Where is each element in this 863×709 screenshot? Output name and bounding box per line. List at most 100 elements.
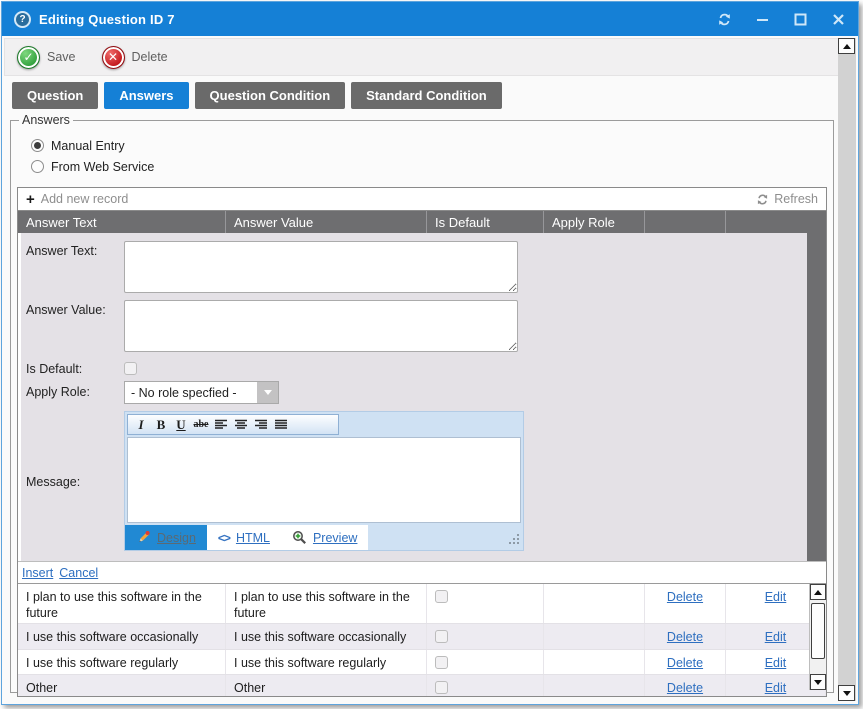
italic-button[interactable]: I — [132, 416, 150, 433]
cell-apply-role — [544, 584, 645, 623]
is-default-checkbox[interactable] — [124, 362, 137, 375]
cell-answer-text: I use this software regularly — [18, 650, 226, 674]
answer-text-input[interactable] — [124, 241, 518, 293]
save-label: Save — [47, 50, 76, 64]
entry-mode-radios: Manual Entry From Web Service — [15, 129, 829, 185]
column-header-empty-1 — [645, 211, 726, 233]
row-delete-link[interactable]: Delete — [667, 629, 703, 645]
save-icon: ✓ — [17, 46, 40, 69]
rows-scrollbar[interactable] — [809, 584, 826, 690]
refresh-grid-button[interactable]: Refresh — [756, 192, 818, 206]
row-delete-link[interactable]: Delete — [667, 680, 703, 696]
answer-value-input[interactable] — [124, 300, 518, 352]
grid-command-row: + Add new record Refresh — [18, 188, 826, 210]
inline-edit-form: Answer Text: Answer Value: Is Default: A… — [18, 233, 807, 561]
cancel-link[interactable]: Cancel — [59, 566, 98, 580]
edit-section-right-strip — [807, 233, 826, 561]
align-justify-button[interactable] — [272, 416, 290, 433]
row-edit-link[interactable]: Edit — [765, 680, 787, 696]
cell-apply-role — [544, 675, 645, 696]
plus-icon: + — [26, 192, 35, 207]
scroll-down-icon[interactable] — [810, 674, 826, 690]
answers-grid: + Add new record Refresh Answer Text Ans… — [17, 187, 827, 697]
strikethrough-button[interactable]: abe — [192, 416, 210, 433]
tab-strip: Question Answers Question Condition Stan… — [12, 82, 858, 109]
column-header-answer-value[interactable]: Answer Value — [226, 211, 427, 233]
row-is-default-checkbox[interactable] — [435, 656, 448, 669]
align-center-button[interactable] — [232, 416, 250, 433]
chevron-down-icon — [264, 390, 272, 395]
rows-scrollbar-thumb[interactable] — [811, 603, 825, 659]
tab-question[interactable]: Question — [12, 82, 98, 109]
minimize-icon[interactable] — [754, 11, 770, 27]
refresh-window-icon[interactable] — [716, 11, 732, 27]
help-icon[interactable]: ? — [14, 11, 31, 28]
align-right-button[interactable] — [252, 416, 270, 433]
add-new-record-button[interactable]: + Add new record — [26, 192, 128, 207]
html-mode-tab[interactable]: <> HTML — [207, 525, 281, 550]
apply-role-value: - No role specfied - — [125, 386, 257, 400]
table-row[interactable]: I use this software occasionally I use t… — [18, 624, 826, 650]
editor-toolbar: I B U abe — [127, 414, 339, 435]
row-edit-link[interactable]: Edit — [765, 629, 787, 645]
from-web-service-label: From Web Service — [51, 160, 154, 174]
maximize-icon[interactable] — [792, 11, 808, 27]
row-is-default-checkbox[interactable] — [435, 681, 448, 694]
row-edit-link[interactable]: Edit — [765, 589, 787, 605]
row-delete-link[interactable]: Delete — [667, 589, 703, 605]
message-rich-text-editor: I B U abe — [124, 411, 524, 551]
cell-answer-value: I use this software regularly — [226, 650, 427, 674]
tab-standard-condition[interactable]: Standard Condition — [351, 82, 502, 109]
align-left-button[interactable] — [212, 416, 230, 433]
table-row[interactable]: I use this software regularly I use this… — [18, 650, 826, 675]
close-icon[interactable] — [830, 11, 846, 27]
html-code-icon: <> — [218, 531, 230, 545]
bold-button[interactable]: B — [152, 416, 170, 433]
preview-mode-tab[interactable]: Preview — [281, 525, 368, 550]
table-row[interactable]: I plan to use this software in the futur… — [18, 584, 826, 624]
underline-button[interactable]: U — [172, 416, 190, 433]
tab-question-condition[interactable]: Question Condition — [195, 82, 346, 109]
edit-question-dialog: ? Editing Question ID 7 — [1, 1, 859, 705]
html-mode-label: HTML — [236, 531, 270, 545]
editor-mode-bar: Design <> HTML — [125, 525, 523, 550]
column-header-answer-text[interactable]: Answer Text — [18, 211, 226, 233]
cell-answer-text: I plan to use this software in the futur… — [18, 584, 226, 623]
from-web-service-radio-icon — [31, 160, 44, 173]
design-mode-tab[interactable]: Design — [125, 525, 207, 550]
column-header-is-default[interactable]: Is Default — [427, 211, 544, 233]
insert-link[interactable]: Insert — [22, 566, 53, 580]
editor-toolbar-strip: I B U abe — [125, 412, 523, 437]
dialog-scroll-up-icon[interactable] — [838, 38, 855, 54]
table-row[interactable]: Other Other Delete Edit — [18, 675, 826, 696]
row-is-default-checkbox[interactable] — [435, 590, 448, 603]
delete-icon: ✕ — [102, 46, 125, 69]
magnifier-plus-icon — [292, 530, 307, 545]
row-delete-link[interactable]: Delete — [667, 655, 703, 671]
preview-mode-label: Preview — [313, 531, 357, 545]
cell-answer-value: I plan to use this software in the futur… — [226, 584, 427, 623]
message-content-area[interactable] — [127, 437, 521, 523]
tab-answers[interactable]: Answers — [104, 82, 188, 109]
column-header-apply-role[interactable]: Apply Role — [544, 211, 645, 233]
align-left-icon — [214, 419, 228, 430]
editor-resize-grip[interactable] — [507, 532, 519, 544]
dropdown-arrow-button[interactable] — [257, 382, 278, 403]
inline-edit-section: Answer Text: Answer Value: Is Default: A… — [18, 233, 826, 562]
dialog-scroll-down-icon[interactable] — [838, 685, 855, 701]
answer-value-label: Answer Value: — [26, 300, 124, 352]
save-button[interactable]: ✓ Save — [17, 46, 76, 69]
row-edit-link[interactable]: Edit — [765, 655, 787, 671]
align-center-icon — [234, 419, 248, 430]
radio-from-web-service[interactable]: From Web Service — [31, 156, 829, 177]
manual-entry-label: Manual Entry — [51, 139, 125, 153]
action-toolbar: ✓ Save ✕ Delete — [4, 38, 856, 76]
radio-manual-entry[interactable]: Manual Entry — [31, 135, 829, 156]
row-is-default-checkbox[interactable] — [435, 630, 448, 643]
delete-label: Delete — [132, 50, 168, 64]
is-default-label: Is Default: — [26, 359, 124, 376]
dialog-scrollbar[interactable] — [838, 38, 856, 701]
apply-role-dropdown[interactable]: - No role specfied - — [124, 381, 279, 404]
delete-button[interactable]: ✕ Delete — [102, 46, 168, 69]
scroll-up-icon[interactable] — [810, 584, 826, 600]
